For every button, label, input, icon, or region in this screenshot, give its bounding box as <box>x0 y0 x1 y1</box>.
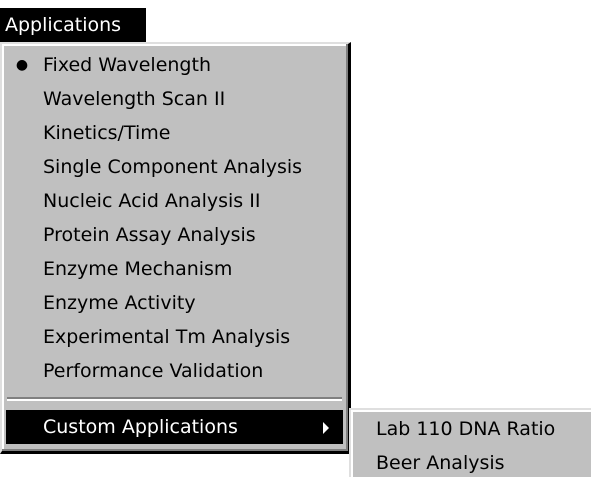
menu-item-label: Custom Applications <box>43 416 238 438</box>
submenu-item-lab-110-dna-ratio[interactable]: Lab 110 DNA Ratio <box>355 412 591 446</box>
checked-bullet-icon: ● <box>15 57 29 73</box>
menu-item-label: Nucleic Acid Analysis II <box>43 190 261 212</box>
applications-menu-title[interactable]: Applications <box>0 8 146 42</box>
menu-item-label: Experimental Tm Analysis <box>43 326 291 348</box>
chevron-right-icon <box>323 422 329 434</box>
submenu-item-label: Lab 110 DNA Ratio <box>376 418 556 440</box>
menu-item-nucleic-acid-analysis-ii[interactable]: Nucleic Acid Analysis II <box>6 184 343 218</box>
menu-item-label: Fixed Wavelength <box>43 54 211 76</box>
submenu-item-beer-analysis[interactable]: Beer Analysis <box>355 446 591 480</box>
custom-applications-submenu: Lab 110 DNA Ratio Beer Analysis <box>349 408 591 477</box>
submenu-item-label: Beer Analysis <box>376 452 505 474</box>
menu-item-label: Kinetics/Time <box>43 122 171 144</box>
menu-item-kinetics-time[interactable]: Kinetics/Time <box>6 116 343 150</box>
menu-item-label: Protein Assay Analysis <box>43 224 256 246</box>
menu-item-enzyme-mechanism[interactable]: Enzyme Mechanism <box>6 252 343 286</box>
menu-item-protein-assay-analysis[interactable]: Protein Assay Analysis <box>6 218 343 252</box>
menu-item-label: Single Component Analysis <box>43 156 303 178</box>
menu-item-label: Performance Validation <box>43 360 264 382</box>
menu-item-single-component-analysis[interactable]: Single Component Analysis <box>6 150 343 184</box>
applications-dropdown-menu: ● Fixed Wavelength Wavelength Scan II Ki… <box>0 42 351 454</box>
menu-item-experimental-tm-analysis[interactable]: Experimental Tm Analysis <box>6 320 343 354</box>
menu-item-label: Enzyme Activity <box>43 292 196 314</box>
menu-item-fixed-wavelength[interactable]: ● Fixed Wavelength <box>6 48 343 82</box>
menu-item-enzyme-activity[interactable]: Enzyme Activity <box>6 286 343 320</box>
menu-item-label: Wavelength Scan II <box>43 88 226 110</box>
menu-item-performance-validation[interactable]: Performance Validation <box>6 354 343 388</box>
menu-separator <box>7 397 342 401</box>
menu-item-label: Enzyme Mechanism <box>43 258 233 280</box>
menu-item-wavelength-scan-ii[interactable]: Wavelength Scan II <box>6 82 343 116</box>
menu-item-custom-applications[interactable]: Custom Applications <box>6 410 343 444</box>
